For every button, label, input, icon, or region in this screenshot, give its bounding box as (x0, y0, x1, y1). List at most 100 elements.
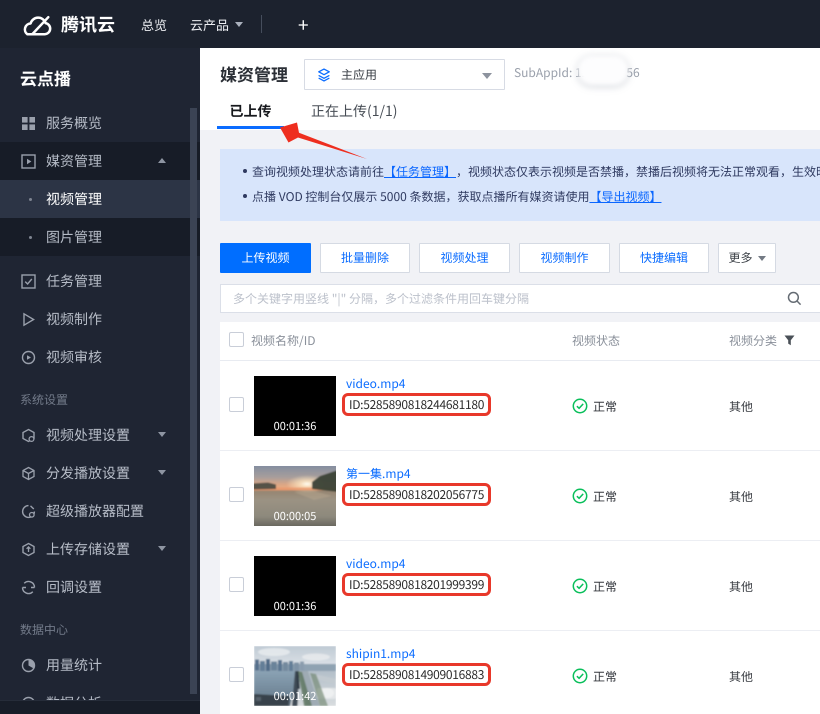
subappid-suffix: 56 (626, 64, 639, 81)
sidebar-item-task-management[interactable]: 任务管理 (0, 262, 200, 300)
video-name-cell: video.mp4 ID:5285890818201999399 (346, 555, 491, 596)
sidebar-item-label: 任务管理 (46, 271, 102, 291)
column-header-category: 视频分类 (729, 322, 795, 361)
sidebar-item-label: 分发播放设置 (46, 463, 130, 483)
sidebar-item-video-produce[interactable]: 视频制作 (0, 300, 200, 338)
search-input[interactable]: 多个关键字用竖线 "|" 分隔，多个过滤条件用回车键分隔 (220, 284, 820, 313)
tencent-cloud-logo[interactable]: 腾讯云 (19, 11, 115, 38)
video-name-cell: shipin1.mp4 ID:5285890814909016883 (346, 645, 491, 686)
bullet-dot-icon (29, 236, 32, 239)
sidebar-item-usage-statistics[interactable]: 用量统计 (0, 646, 200, 684)
video-duration: 00:00:05 (254, 508, 336, 524)
media-table: 视频名称/ID 视频状态 视频分类 00:01:36 video.mp4 ID:… (220, 322, 820, 714)
toolbar: 上传视频 批量删除 视频处理 视频制作 快捷编辑 更多 (220, 243, 776, 273)
row-checkbox[interactable] (229, 397, 244, 412)
video-category-cell: 其他 (729, 361, 753, 451)
sidebar-item-video-management[interactable]: 视频管理 (0, 180, 200, 218)
notice-text: ，视频状态仅表示视频是否禁播，禁播后视频将无法正常观看，生效时间 (456, 163, 820, 180)
video-id-annotation-box: ID:5285890818201999399 (342, 573, 491, 596)
row-checkbox[interactable] (229, 667, 244, 682)
table-row: 00:01:42 shipin1.mp4 ID:5285890814909016… (220, 631, 820, 714)
row-checkbox[interactable] (229, 487, 244, 502)
table-header: 视频名称/ID 视频状态 视频分类 (220, 322, 820, 361)
sidebar-item-video-process-settings[interactable]: 视频处理设置 (0, 416, 200, 454)
topnav-products[interactable]: 云产品 (190, 15, 243, 34)
sidebar-item-label: 上传存储设置 (46, 539, 130, 559)
chevron-down-icon (235, 22, 243, 27)
page-title: 媒资管理 (220, 61, 288, 86)
video-name-cell: 第一集.mp4 ID:5285890818202056775 (346, 465, 491, 506)
table-row: 00:01:36 video.mp4 ID:528589081824468118… (220, 361, 820, 451)
video-thumbnail: 00:01:36 (254, 556, 336, 616)
product-title: 云点播 (0, 48, 200, 104)
upload-video-button[interactable]: 上传视频 (220, 243, 311, 273)
video-name-cell: video.mp4 ID:5285890818244681180 (346, 375, 491, 416)
video-name-link[interactable]: 第一集.mp4 (346, 466, 411, 481)
video-name-link[interactable]: video.mp4 (346, 556, 405, 571)
app-select-value: 主应用 (341, 66, 377, 83)
quick-edit-button[interactable]: 快捷编辑 (619, 243, 709, 273)
video-category-cell: 其他 (729, 451, 753, 541)
sidebar-item-label: 用量统计 (46, 655, 102, 675)
row-checkbox[interactable] (229, 577, 244, 592)
filter-icon[interactable] (784, 333, 795, 350)
status-text: 正常 (593, 398, 617, 415)
chevron-up-icon (158, 158, 166, 163)
video-id-annotation-box: ID:5285890814909016883 (342, 663, 491, 686)
video-status-cell: 正常 (572, 451, 617, 541)
video-process-button[interactable]: 视频处理 (419, 243, 510, 273)
sidebar-item-media-management[interactable]: 媒资管理 (0, 142, 200, 180)
sidebar-footer-bar (0, 700, 200, 714)
sidebar-item-distribution-settings[interactable]: 分发播放设置 (0, 454, 200, 492)
select-all-checkbox[interactable] (229, 332, 244, 347)
sidebar-scrollbar[interactable] (190, 108, 197, 694)
video-id-annotation-box: ID:5285890818244681180 (342, 393, 491, 416)
notice-banner: 查询视频处理状态请前往【任务管理】，视频状态仅表示视频是否禁播，禁播后视频将无法… (220, 149, 820, 221)
topnav-overview[interactable]: 总览 (141, 15, 167, 34)
tab-uploading[interactable]: 正在上传(1/1) (311, 96, 398, 130)
video-id-annotation-box: ID:5285890818202056775 (342, 483, 491, 506)
video-name-link[interactable]: shipin1.mp4 (346, 646, 415, 661)
topnav-products-label: 云产品 (190, 15, 229, 34)
video-duration: 00:01:36 (254, 598, 336, 614)
sidebar-section-data-center: 数据中心 (0, 606, 200, 646)
tab-uploaded[interactable]: 已上传 (219, 96, 282, 130)
status-text: 正常 (593, 668, 617, 685)
sidebar-item-upload-storage-settings[interactable]: 上传存储设置 (0, 530, 200, 568)
task-icon (20, 273, 36, 289)
video-name-link[interactable]: video.mp4 (346, 376, 405, 391)
notice-line-2: 点播 VOD 控制台仅展示 5000 条数据，获取点播所有媒资请使用【导出视频】 (243, 184, 820, 209)
video-produce-button[interactable]: 视频制作 (519, 243, 610, 273)
column-header-name: 视频名称/ID (251, 322, 315, 360)
produce-icon (20, 311, 36, 327)
task-management-link[interactable]: 【任务管理】 (384, 163, 456, 180)
video-category-cell: 其他 (729, 631, 753, 714)
export-video-link[interactable]: 【导出视频】 (589, 188, 661, 205)
sidebar-item-super-player-config[interactable]: 超级播放器配置 (0, 492, 200, 530)
page-header: 媒资管理 主应用 SubAppId: 12 56 (200, 48, 820, 96)
more-button[interactable]: 更多 (718, 243, 776, 273)
search-icon[interactable] (787, 291, 802, 310)
table-row: 00:00:05 第一集.mp4 ID:5285890818202056775 … (220, 451, 820, 541)
sidebar-section-system-settings: 系统设置 (0, 376, 200, 416)
sidebar-item-video-review[interactable]: 视频审核 (0, 338, 200, 376)
video-thumbnail: 00:00:05 (254, 466, 336, 526)
column-header-status: 视频状态 (572, 322, 620, 360)
sidebar-item-callback-settings[interactable]: 回调设置 (0, 568, 200, 606)
add-tab-button[interactable]: + (298, 15, 309, 34)
notice-line-1: 查询视频处理状态请前往【任务管理】，视频状态仅表示视频是否禁播，禁播后视频将无法… (243, 159, 820, 184)
process-icon (20, 427, 36, 443)
sidebar-item-image-management[interactable]: 图片管理 (0, 218, 200, 256)
column-header-category-label: 视频分类 (729, 332, 777, 349)
video-status-cell: 正常 (572, 541, 617, 631)
batch-delete-button[interactable]: 批量删除 (320, 243, 410, 273)
app-select[interactable]: 主应用 (304, 59, 505, 90)
video-thumbnail: 00:01:42 (254, 646, 336, 706)
video-duration: 00:01:42 (254, 688, 336, 704)
topnav: 总览 云产品 + (141, 15, 309, 34)
active-tab-underline (217, 126, 284, 129)
grid-icon (20, 115, 36, 131)
player-icon (20, 503, 36, 519)
video-status-cell: 正常 (572, 631, 617, 714)
sidebar-item-service-overview[interactable]: 服务概览 (0, 104, 200, 142)
